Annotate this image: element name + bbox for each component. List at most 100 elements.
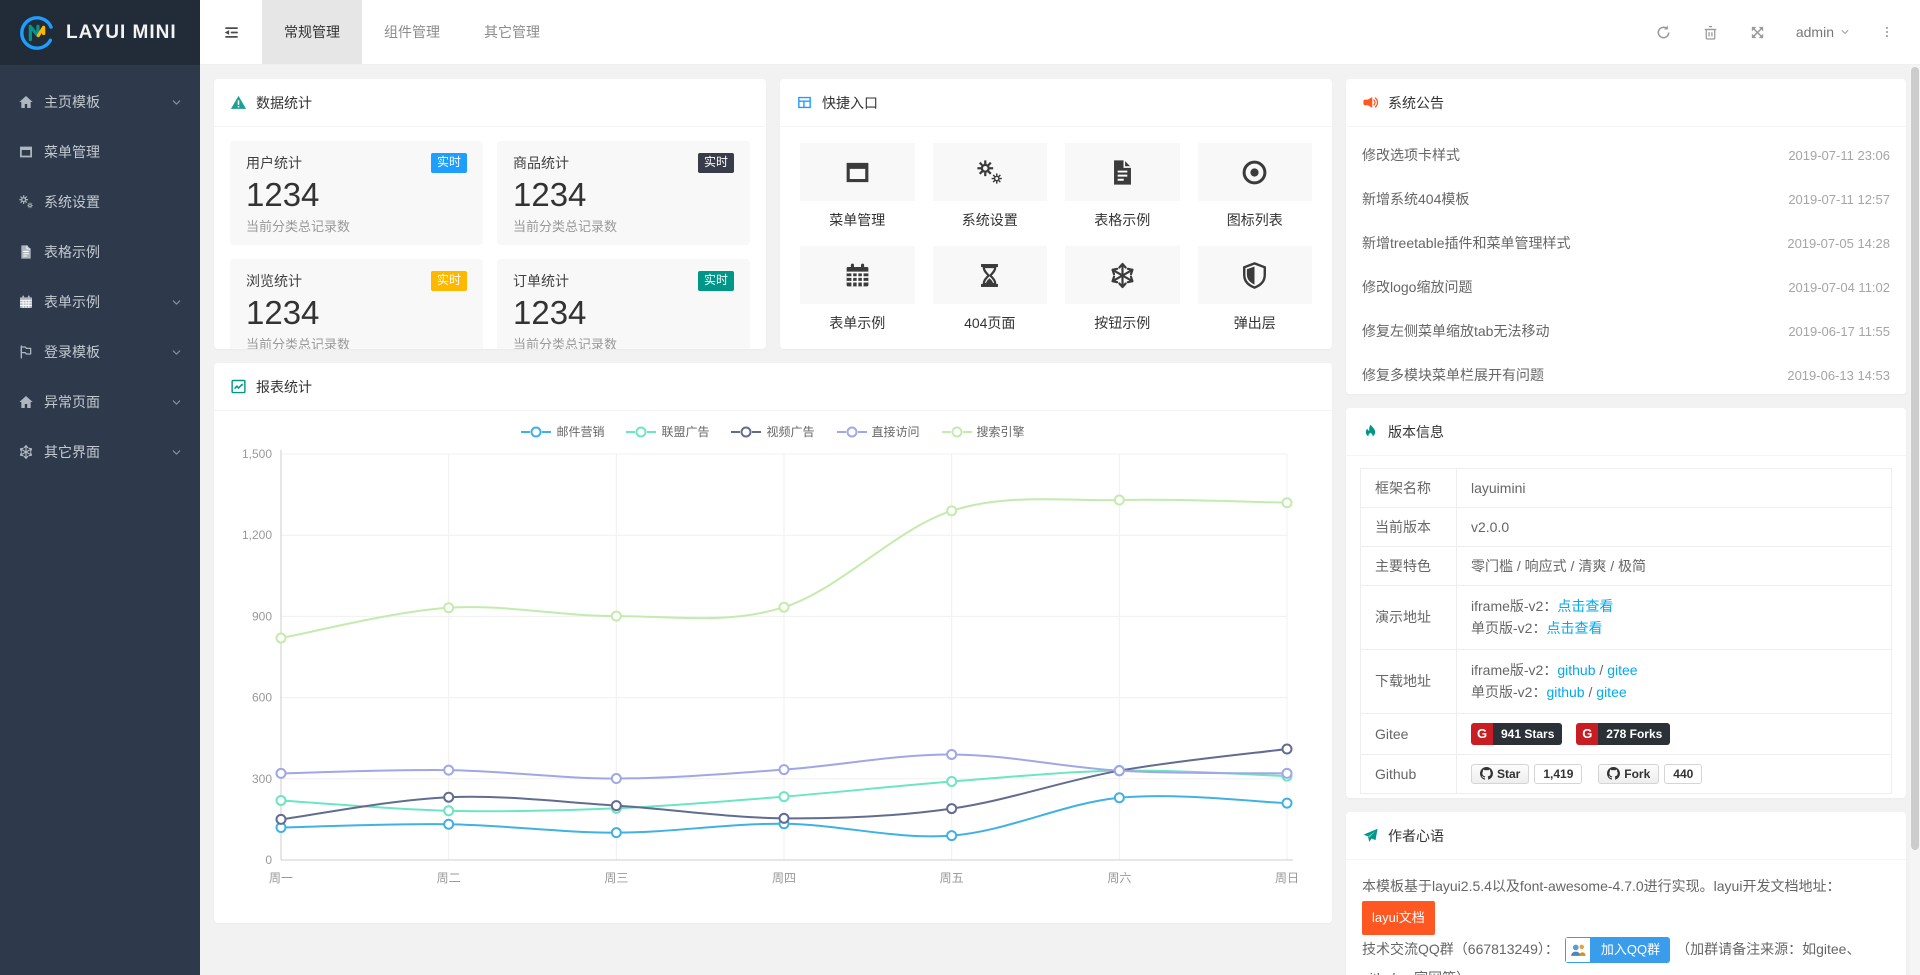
chevron-down-icon	[171, 447, 182, 458]
shrink-icon	[222, 23, 241, 42]
quick-menu-management[interactable]: 菜单管理	[800, 143, 915, 230]
data-point	[444, 603, 453, 612]
quick-label: 按钮示例	[1065, 313, 1180, 333]
sidebar-item-other-ui[interactable]: 其它界面	[0, 427, 200, 477]
sidebar-item-menu-management[interactable]: 菜单管理	[0, 127, 200, 177]
table-row: Gitee G 941 Stars G 278 Forks	[1361, 713, 1892, 754]
notice-date: 2019-06-17 11:55	[1788, 324, 1890, 339]
quick-label: 表单示例	[800, 313, 915, 333]
x-tick-label: 周四	[772, 871, 796, 885]
legend-item[interactable]: 搜索引擎	[942, 423, 1025, 440]
file-icon	[1108, 158, 1137, 187]
legend-item[interactable]: 邮件营销	[521, 423, 604, 440]
github-fork-button[interactable]: Fork	[1598, 764, 1659, 784]
sidebar-item-label: 其它界面	[44, 442, 100, 462]
sidebar-item-label: 菜单管理	[44, 142, 100, 162]
gitee-stars-badge[interactable]: G 941 Stars	[1471, 723, 1562, 745]
sidebar-item-table-examples[interactable]: 表格示例	[0, 227, 200, 277]
stat-desc: 当前分类总记录数	[246, 334, 467, 349]
github-star-count[interactable]: 1,419	[1534, 764, 1582, 784]
more-icon[interactable]	[1880, 24, 1894, 40]
gitee-forks-badge[interactable]: G 278 Forks	[1576, 723, 1670, 745]
legend-line-icon	[626, 425, 656, 439]
legend-item[interactable]: 联盟广告	[626, 423, 709, 440]
demo-link-single-page[interactable]: 点击查看	[1546, 620, 1602, 636]
logo[interactable]: LAYUI MINI	[0, 0, 200, 65]
table-row: Github Star 1,419	[1361, 754, 1892, 793]
download-link-github[interactable]: github	[1557, 662, 1595, 678]
legend-item[interactable]: 直接访问	[837, 423, 920, 440]
sidebar-item-error-pages[interactable]: 异常页面	[0, 377, 200, 427]
tab-other-management[interactable]: 其它管理	[462, 0, 562, 64]
download-link-github[interactable]: github	[1546, 684, 1584, 700]
quick-404-page[interactable]: 404页面	[933, 246, 1048, 333]
app-window: LAYUI MINI 主页模板 菜单管理 系统设置 表格示例 表单	[0, 0, 1920, 975]
notice-item[interactable]: 修改选项卡样式 2019-07-11 23:06	[1362, 133, 1890, 177]
sidebar-collapse-button[interactable]	[200, 0, 262, 64]
y-tick-label: 1,200	[242, 528, 272, 542]
github-fork-label: Fork	[1624, 767, 1650, 781]
demo-prefix: iframe版-v2：	[1471, 598, 1557, 614]
quick-label: 系统设置	[933, 210, 1048, 230]
stat-value: 1234	[246, 294, 467, 332]
version-row-value: v2.0.0	[1457, 508, 1892, 547]
quick-button-example[interactable]: 按钮示例	[1065, 246, 1180, 333]
chevron-down-icon	[171, 297, 182, 308]
download-link-gitee[interactable]: gitee	[1596, 684, 1626, 700]
quick-icon-list[interactable]: 图标列表	[1198, 143, 1313, 230]
user-menu[interactable]: admin	[1796, 24, 1850, 40]
y-tick-label: 0	[265, 853, 272, 867]
sidebar-item-system-settings[interactable]: 系统设置	[0, 177, 200, 227]
notice-date: 2019-06-13 14:53	[1787, 368, 1890, 383]
sidebar-item-label: 表单示例	[44, 292, 100, 312]
sidebar-item-form-examples[interactable]: 表单示例	[0, 277, 200, 327]
legend-item[interactable]: 视频广告	[731, 423, 814, 440]
snowflake-icon	[18, 444, 34, 460]
data-point	[780, 765, 789, 774]
demo-link-iframe[interactable]: 点击查看	[1557, 598, 1613, 614]
gitee-forks-count: 278 Forks	[1598, 723, 1670, 745]
scrollbar-thumb[interactable]	[1911, 67, 1919, 850]
scrollbar[interactable]	[1910, 65, 1920, 975]
gears-icon	[975, 158, 1004, 187]
sidebar-item-label: 主页模板	[44, 92, 100, 112]
quick-label: 弹出层	[1198, 313, 1313, 333]
fullscreen-icon[interactable]	[1749, 24, 1766, 41]
home-icon	[18, 94, 34, 110]
download-link-gitee[interactable]: gitee	[1607, 662, 1637, 678]
tab-component-management[interactable]: 组件管理	[362, 0, 462, 64]
refresh-icon[interactable]	[1655, 24, 1672, 41]
table-row: 当前版本 v2.0.0	[1361, 508, 1892, 547]
author-paragraph-1: 本模板基于layui2.5.4以及font-awesome-4.7.0进行实现。…	[1362, 878, 1840, 894]
layui-doc-button[interactable]: layui文档	[1362, 901, 1435, 934]
notice-text: 修改logo缩放问题	[1362, 277, 1472, 297]
notice-item[interactable]: 修复左侧菜单缩放tab无法移动 2019-06-17 11:55	[1362, 309, 1890, 353]
github-fork-count[interactable]: 440	[1664, 764, 1702, 784]
quick-form-example[interactable]: 表单示例	[800, 246, 915, 333]
quick-table-example[interactable]: 表格示例	[1065, 143, 1180, 230]
quick-popup-layer[interactable]: 弹出层	[1198, 246, 1313, 333]
octocat-icon	[1607, 767, 1620, 780]
version-row-label: 当前版本	[1361, 508, 1457, 547]
notice-item[interactable]: 修复多模块菜单栏展开有问题 2019-06-13 14:53	[1362, 353, 1890, 394]
realtime-badge: 实时	[698, 153, 734, 173]
quick-system-settings[interactable]: 系统设置	[933, 143, 1048, 230]
notice-item[interactable]: 修改logo缩放问题 2019-07-04 11:02	[1362, 265, 1890, 309]
notice-item[interactable]: 新增系统404模板 2019-07-11 12:57	[1362, 177, 1890, 221]
version-row-label: 主要特色	[1361, 547, 1457, 586]
data-point	[1283, 498, 1292, 507]
version-row-label: Github	[1361, 754, 1457, 793]
join-qq-group-button[interactable]: 加入QQ群	[1565, 937, 1670, 963]
card-title: 报表统计	[256, 377, 312, 397]
data-point	[612, 774, 621, 783]
trash-icon[interactable]	[1702, 24, 1719, 41]
notice-date: 2019-07-05 14:28	[1787, 236, 1890, 251]
github-star-button[interactable]: Star	[1471, 764, 1529, 784]
notice-item[interactable]: 新增treetable插件和菜单管理样式 2019-07-05 14:28	[1362, 221, 1890, 265]
version-row-label: 演示地址	[1361, 586, 1457, 650]
tab-general-management[interactable]: 常规管理	[262, 0, 362, 64]
report-chart: 03006009001,2001,500周一周二周三周四周五周六周日	[229, 442, 1317, 894]
sidebar-item-home-templates[interactable]: 主页模板	[0, 77, 200, 127]
sidebar-item-login-templates[interactable]: 登录模板	[0, 327, 200, 377]
data-point	[947, 777, 956, 786]
